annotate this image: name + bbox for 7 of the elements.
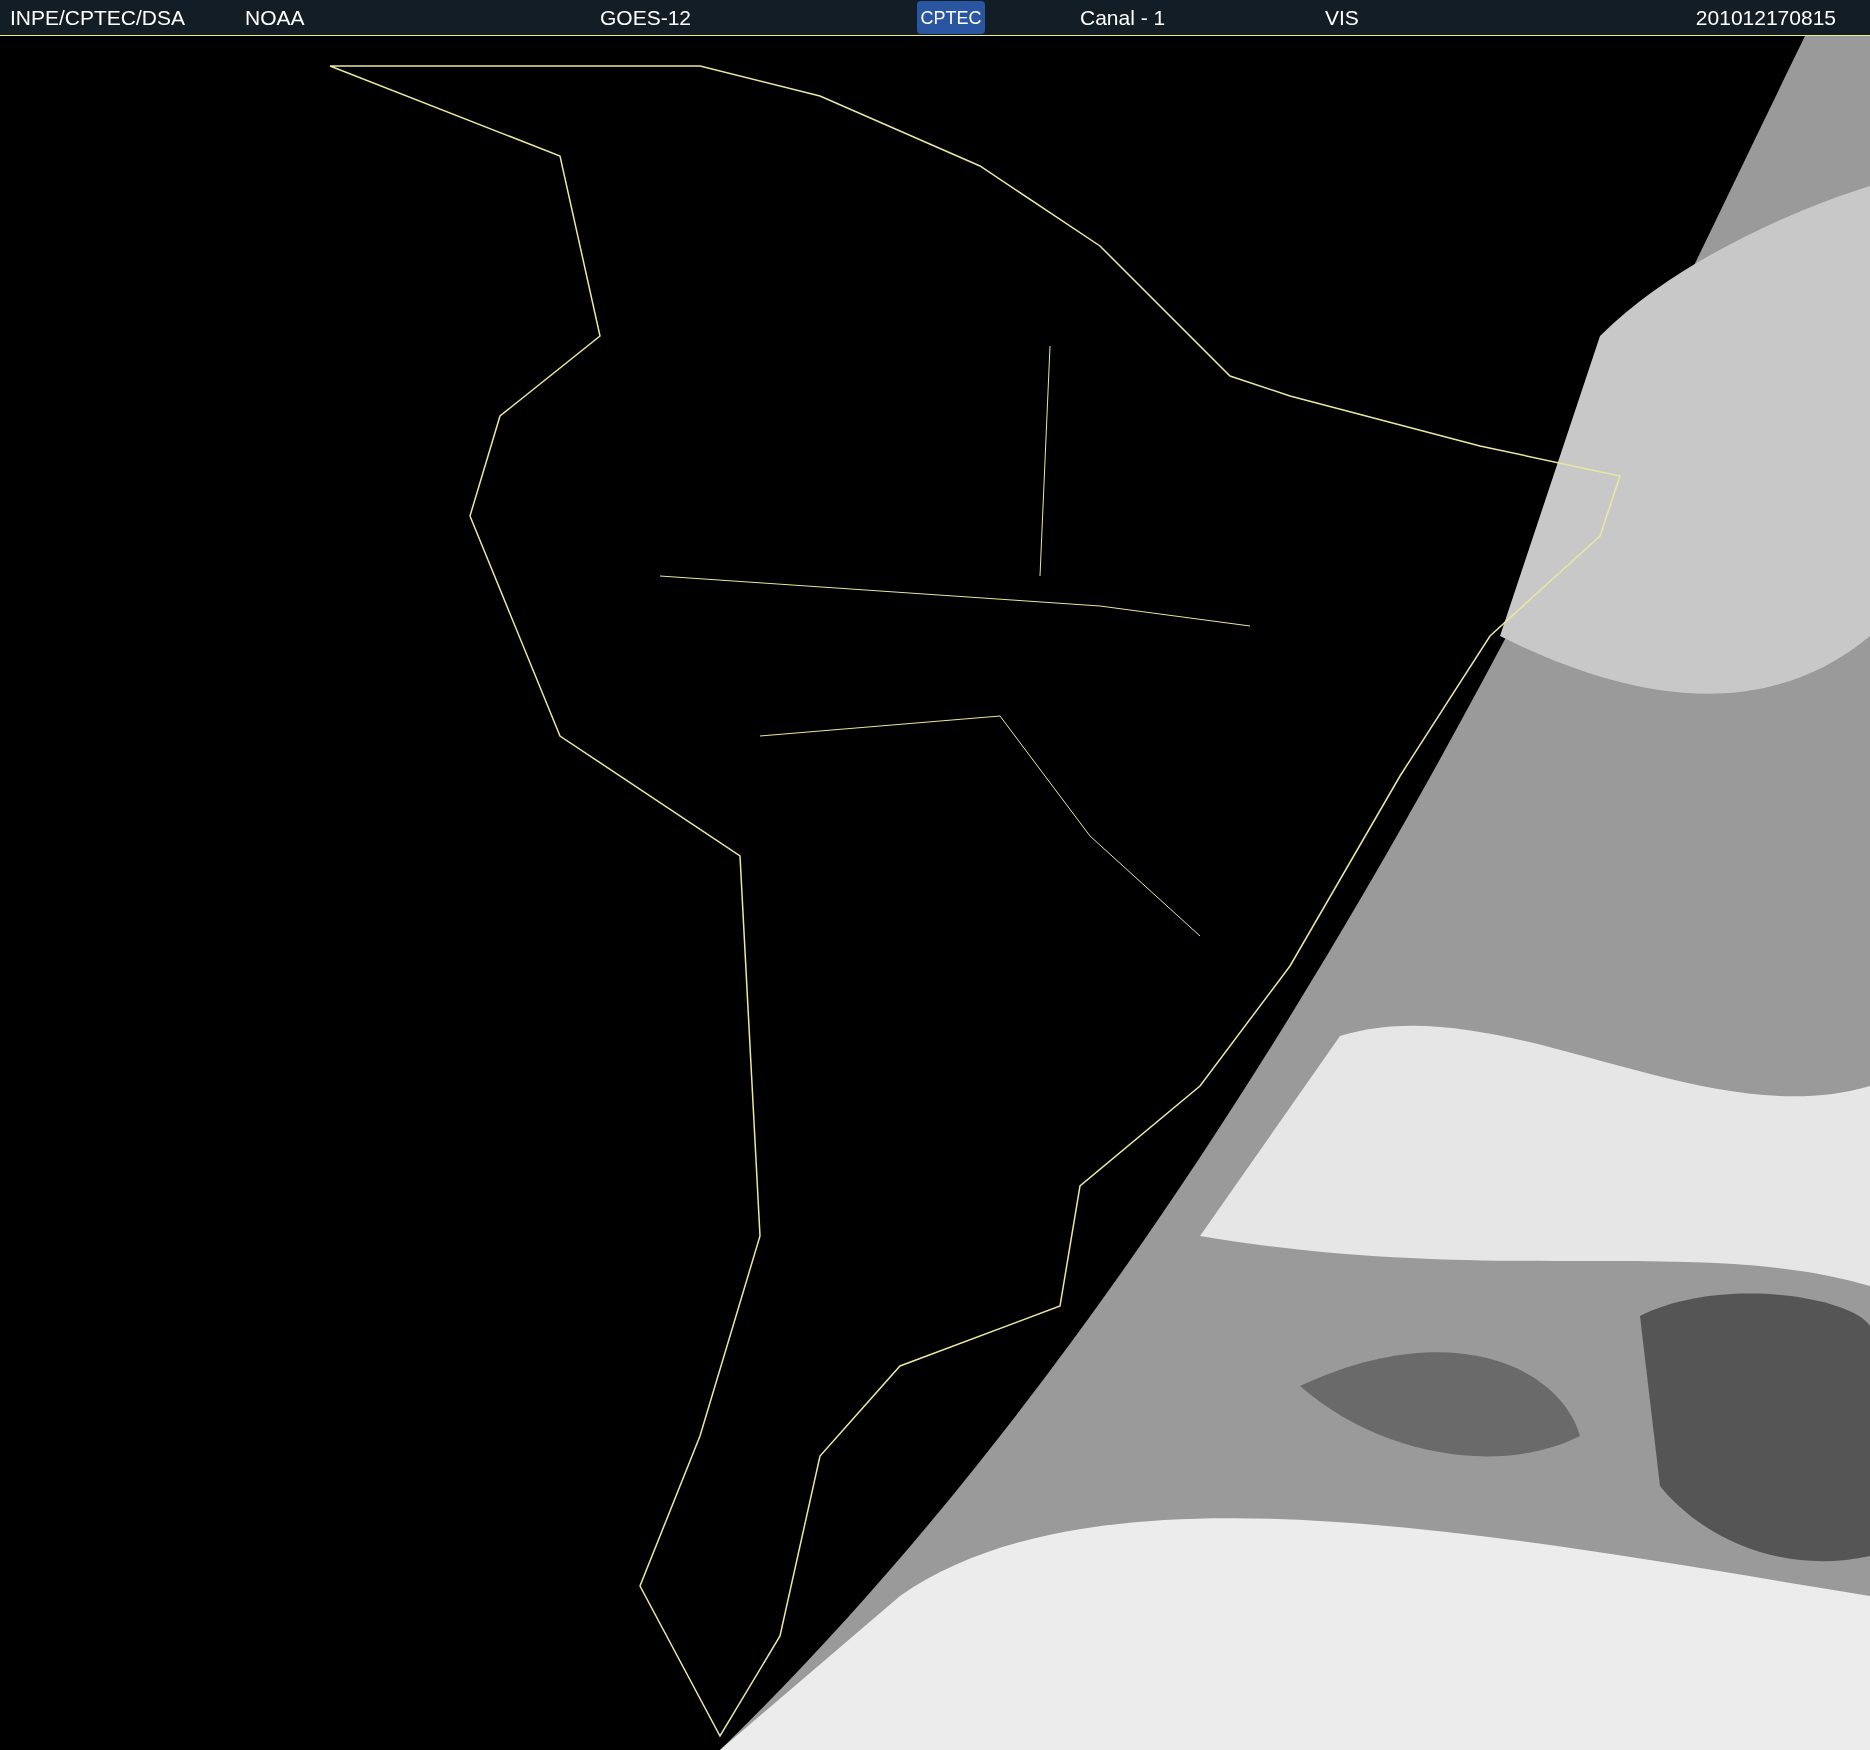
- header-label: GOES-12: [600, 7, 692, 28]
- header-label: 201012170815: [1695, 7, 1836, 28]
- header-label: NOAA: [245, 7, 305, 28]
- header-label: INPE/CPTEC/DSA: [10, 7, 186, 28]
- header-label: VIS: [1325, 7, 1359, 28]
- header-label: Canal - 1: [1080, 7, 1166, 28]
- logo: CPTEC: [917, 1, 985, 34]
